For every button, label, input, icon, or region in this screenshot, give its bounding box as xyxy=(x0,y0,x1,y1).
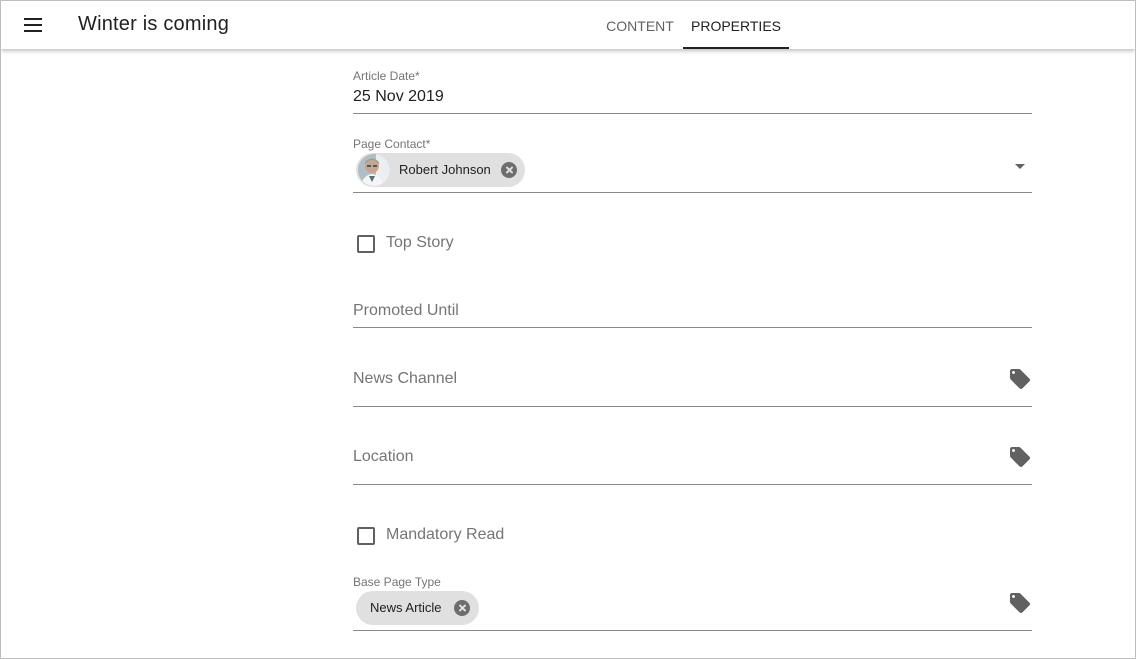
page-contact-label: Page Contact* xyxy=(353,137,431,151)
tab-content[interactable]: CONTENT xyxy=(597,1,683,49)
page-contact-field[interactable]: Page Contact* Robert Johnson xyxy=(353,137,1032,193)
tag-icon[interactable] xyxy=(1008,445,1032,469)
page-type-chip-label: News Article xyxy=(370,600,442,615)
location-field[interactable]: Location xyxy=(353,443,1032,485)
location-placeholder: Location xyxy=(353,448,414,465)
news-channel-field[interactable]: News Channel xyxy=(353,365,1032,407)
mandatory-read-checkbox[interactable] xyxy=(357,527,375,545)
promoted-until-underline xyxy=(353,327,1032,328)
news-channel-placeholder: News Channel xyxy=(353,370,458,387)
page-contact-underline xyxy=(353,192,1032,193)
article-date-value[interactable]: 25 Nov 2019 xyxy=(353,88,444,106)
top-story-checkbox[interactable] xyxy=(357,235,375,253)
hamburger-menu-icon[interactable] xyxy=(22,15,46,35)
arrow-drop-down-icon[interactable] xyxy=(1015,164,1025,169)
user-avatar xyxy=(358,154,390,186)
promoted-until-field[interactable]: Promoted Until xyxy=(353,301,1032,329)
tag-icon[interactable] xyxy=(1008,367,1032,391)
base-page-type-label: Base Page Type xyxy=(353,575,441,589)
news-channel-underline xyxy=(353,406,1032,407)
page-title: Winter is coming xyxy=(78,13,230,35)
contact-chip[interactable]: Robert Johnson xyxy=(356,153,525,187)
contact-chip-label: Robert Johnson xyxy=(399,162,491,177)
base-page-type-field[interactable]: Base Page Type News Article xyxy=(353,575,1032,631)
top-story-label[interactable]: Top Story xyxy=(386,234,454,252)
location-underline xyxy=(353,484,1032,485)
tab-properties[interactable]: PROPERTIES xyxy=(683,1,789,49)
base-page-type-underline xyxy=(353,630,1032,631)
tag-icon[interactable] xyxy=(1008,591,1032,615)
app-bar: Winter is coming CONTENT PROPERTIES xyxy=(1,1,1135,49)
promoted-until-placeholder: Promoted Until xyxy=(353,302,459,319)
remove-contact-icon[interactable] xyxy=(501,162,517,178)
page-type-chip[interactable]: News Article xyxy=(356,591,479,625)
mandatory-read-label[interactable]: Mandatory Read xyxy=(386,526,504,544)
article-date-underline xyxy=(353,113,1032,114)
remove-page-type-icon[interactable] xyxy=(454,600,470,616)
article-date-field[interactable]: Article Date* 25 Nov 2019 xyxy=(353,69,1032,115)
app-window: Winter is coming CONTENT PROPERTIES Arti… xyxy=(0,0,1136,659)
article-date-label: Article Date* xyxy=(353,69,420,83)
